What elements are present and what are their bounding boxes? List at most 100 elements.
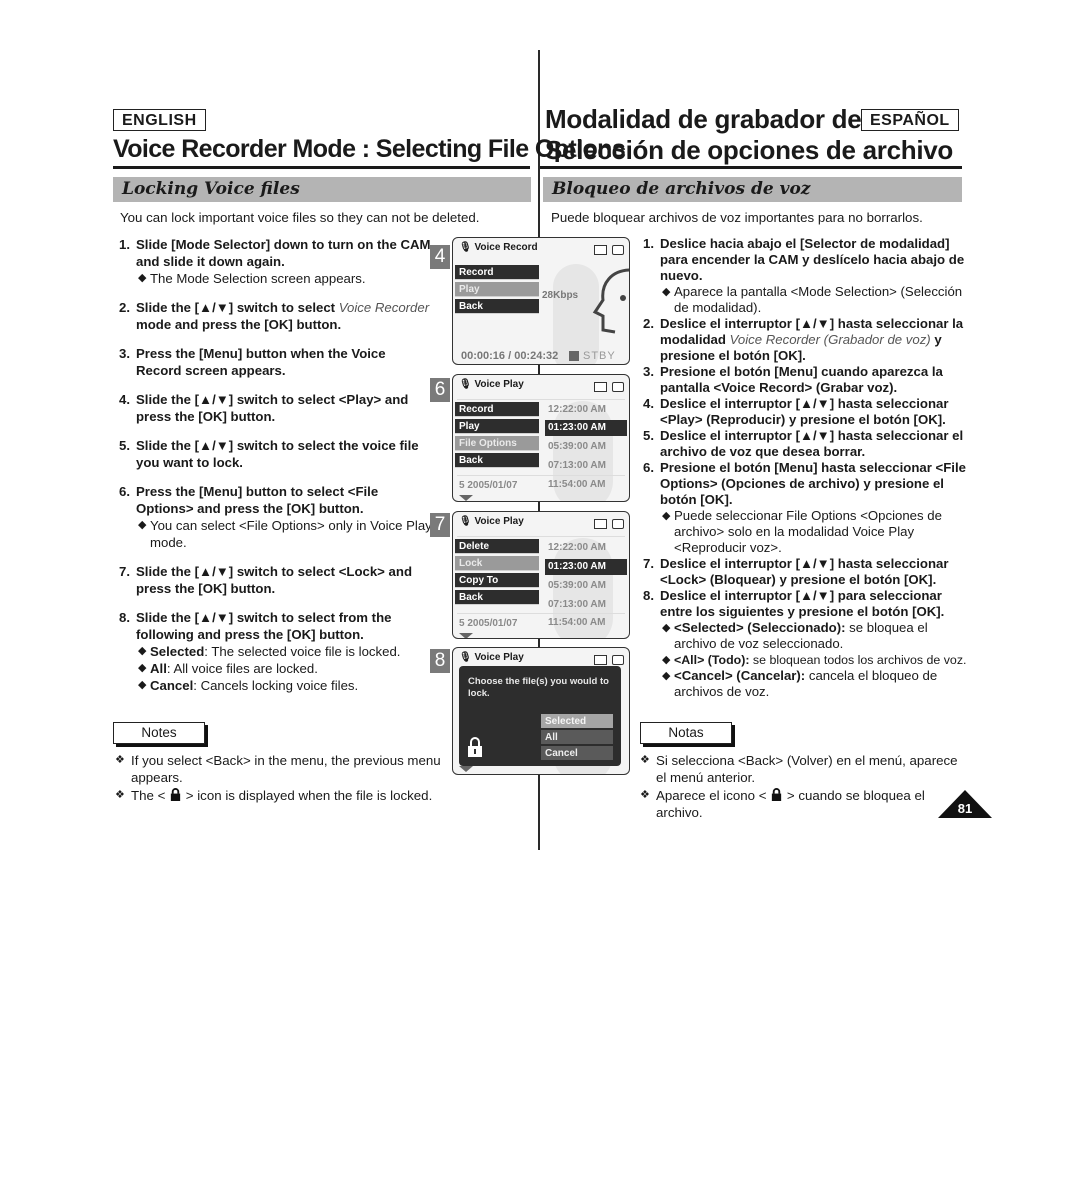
diamond-bullet-icon: ◆ <box>138 272 147 284</box>
menu-item-play[interactable]: Play <box>455 282 539 297</box>
step-1: 1. Slide [Mode Selector] down to turn on… <box>113 236 433 287</box>
option-term: <Selected> (Seleccionado): <box>674 620 846 635</box>
file-time[interactable]: 05:39:00 AM <box>545 578 627 594</box>
screen-step-number: 7 <box>430 513 450 537</box>
menu-item-play[interactable]: Play <box>455 419 539 434</box>
file-time[interactable]: 12:22:00 AM <box>545 402 627 418</box>
menu-item-record[interactable]: Record <box>455 402 539 417</box>
step-3: 3. Presione el botón [Menu] cuando apare… <box>637 364 972 396</box>
mode-name: Voice Recorder <box>338 300 430 315</box>
diamond-bullet-icon: ◆ <box>138 645 147 657</box>
section-title-spanish: Bloqueo de archivos de voz <box>543 177 962 202</box>
option-term: <All> (Todo): <box>674 653 750 667</box>
device-screen-lock-dialog: 🎙 Voice Play Choose the file(s) you woul… <box>452 647 630 775</box>
status-icons <box>589 515 624 533</box>
option-selected-button[interactable]: Selected <box>541 714 613 729</box>
option-cancel: ◆ Cancel: Cancels locking voice files. <box>136 677 433 694</box>
menu-item-delete[interactable]: Delete <box>455 539 539 554</box>
file-time-selected[interactable]: 01:23:00 AM <box>545 420 627 436</box>
option-desc: : The selected voice file is locked. <box>204 644 401 659</box>
file-time[interactable]: 11:54:00 AM <box>545 477 627 493</box>
memory-card-icon <box>594 381 607 392</box>
note-bullet-icon: ❖ <box>115 754 125 766</box>
lock-icon <box>468 737 482 757</box>
step-6: 6. Presione el botón [Menu] hasta selecc… <box>637 460 972 556</box>
step-number: 1. <box>643 236 654 251</box>
option-desc: : All voice files are locked. <box>166 661 318 676</box>
device-screen-file-options: 🎙 Voice Play 12:22:00 AM 01:23:00 AM 05:… <box>452 511 630 639</box>
diamond-bullet-icon: ◆ <box>662 286 671 298</box>
step-note: ◆ You can select <File Options> only in V… <box>136 517 433 551</box>
diamond-bullet-icon: ◆ <box>138 519 147 531</box>
menu-item-record[interactable]: Record <box>455 265 539 280</box>
option-cancel: ◆ <Cancel> (Cancelar): cancela el bloqueo… <box>660 668 972 700</box>
diamond-bullet-icon: ◆ <box>662 622 671 634</box>
scroll-down-icon[interactable] <box>459 633 473 638</box>
battery-icon <box>612 381 624 392</box>
note-item: ❖ Aparece el icono < > cuando se bloquea … <box>638 787 960 821</box>
step-text: Slide [Mode Selector] down to turn on th… <box>136 237 431 269</box>
diamond-bullet-icon: ◆ <box>662 654 671 666</box>
file-time[interactable]: 12:22:00 AM <box>545 540 627 556</box>
menu-item-lock[interactable]: Lock <box>455 556 539 571</box>
page-title-spanish-line2: Selección de opciones de archivo <box>545 135 953 165</box>
step-note: ◆ Puede seleccionar File Options <Opcione… <box>660 508 972 556</box>
step-2: 2. Slide the [▲/▼] switch to select Voic… <box>113 299 433 333</box>
step-number: 3. <box>643 364 654 379</box>
step-note: ◆ The Mode Selection screen appears. <box>136 270 433 287</box>
note-bullet-icon: ❖ <box>640 754 650 766</box>
lock-dialog: Choose the file(s) you would to lock. Se… <box>459 666 621 766</box>
menu-item-back[interactable]: Back <box>455 453 539 468</box>
file-time[interactable]: 05:39:00 AM <box>545 439 627 455</box>
step-text-cont: mode and press the [OK] button. <box>136 317 342 332</box>
step-number: 2. <box>119 300 130 315</box>
file-time-selected[interactable]: 01:23:00 AM <box>545 559 627 575</box>
scroll-down-icon[interactable] <box>459 495 473 501</box>
step-text: Deslice el interruptor [▲/▼] hasta selec… <box>660 428 964 459</box>
diamond-bullet-icon: ◆ <box>138 662 147 674</box>
step-number: 7. <box>643 556 654 571</box>
option-all-button[interactable]: All <box>541 730 613 745</box>
option-cancel-button[interactable]: Cancel <box>541 746 613 761</box>
option-selected: ◆ <Selected> (Seleccionado): se bloquea e… <box>660 620 972 652</box>
microphone-icon: 🎙 <box>459 242 472 253</box>
option-selected: ◆ Selected: The selected voice file is lo… <box>136 643 433 660</box>
step-number: 3. <box>119 346 130 361</box>
menu-item-file-options[interactable]: File Options <box>455 436 539 451</box>
step-note: ◆ Aparece la pantalla <Mode Selection> (S… <box>660 284 972 316</box>
microphone-icon: 🎙 <box>459 516 472 527</box>
section-title-english: Locking Voice files <box>113 177 531 202</box>
scroll-down-icon[interactable] <box>459 766 473 772</box>
step-4: 4. Deslice el interruptor [▲/▼] hasta se… <box>637 396 972 428</box>
menu-item-back[interactable]: Back <box>455 590 539 605</box>
step-number: 5. <box>643 428 654 443</box>
bitrate-readout: 28Kbps <box>542 290 579 301</box>
step-6: 6. Press the [Menu] button to select <Fi… <box>113 483 433 551</box>
battery-icon <box>612 244 624 255</box>
note-item: ❖ If you select <Back> in the menu, the p… <box>113 752 448 786</box>
file-date[interactable]: 5 2005/01/07 <box>459 480 517 491</box>
memory-card-icon <box>594 654 607 665</box>
note-text-cont: > icon is displayed when the file is loc… <box>182 788 433 803</box>
step-2: 2. Deslice el interruptor [▲/▼] hasta se… <box>637 316 972 364</box>
title-rule-right <box>540 166 962 169</box>
step-note-text: You can select <File Options> only in Vo… <box>150 518 432 550</box>
screen-title-text: Voice Play <box>474 379 524 390</box>
option-term: Cancel <box>150 678 194 693</box>
file-date[interactable]: 5 2005/01/07 <box>459 618 517 629</box>
steps-spanish: 1. Deslice hacia abajo el [Selector de m… <box>637 236 972 700</box>
step-text: Deslice el interruptor [▲/▼] hasta selec… <box>660 556 949 587</box>
step-number: 6. <box>119 484 130 499</box>
screen-title-text: Voice Play <box>474 652 524 663</box>
menu-item-copy-to[interactable]: Copy To <box>455 573 539 588</box>
step-text: Slide the [▲/▼] switch to select <box>136 300 339 315</box>
screen-title: 🎙 Voice Play <box>459 379 524 390</box>
file-time[interactable]: 07:13:00 AM <box>545 458 627 474</box>
file-time[interactable]: 11:54:00 AM <box>545 615 627 631</box>
steps-english: 1. Slide [Mode Selector] down to turn on… <box>113 236 433 706</box>
step-text: Deslice el interruptor [▲/▼] hasta selec… <box>660 396 949 427</box>
file-time[interactable]: 07:13:00 AM <box>545 597 627 613</box>
menu-item-back[interactable]: Back <box>455 299 539 314</box>
step-note-text: Aparece la pantalla <Mode Selection> (Se… <box>674 284 963 315</box>
title-rule-left <box>113 166 530 169</box>
